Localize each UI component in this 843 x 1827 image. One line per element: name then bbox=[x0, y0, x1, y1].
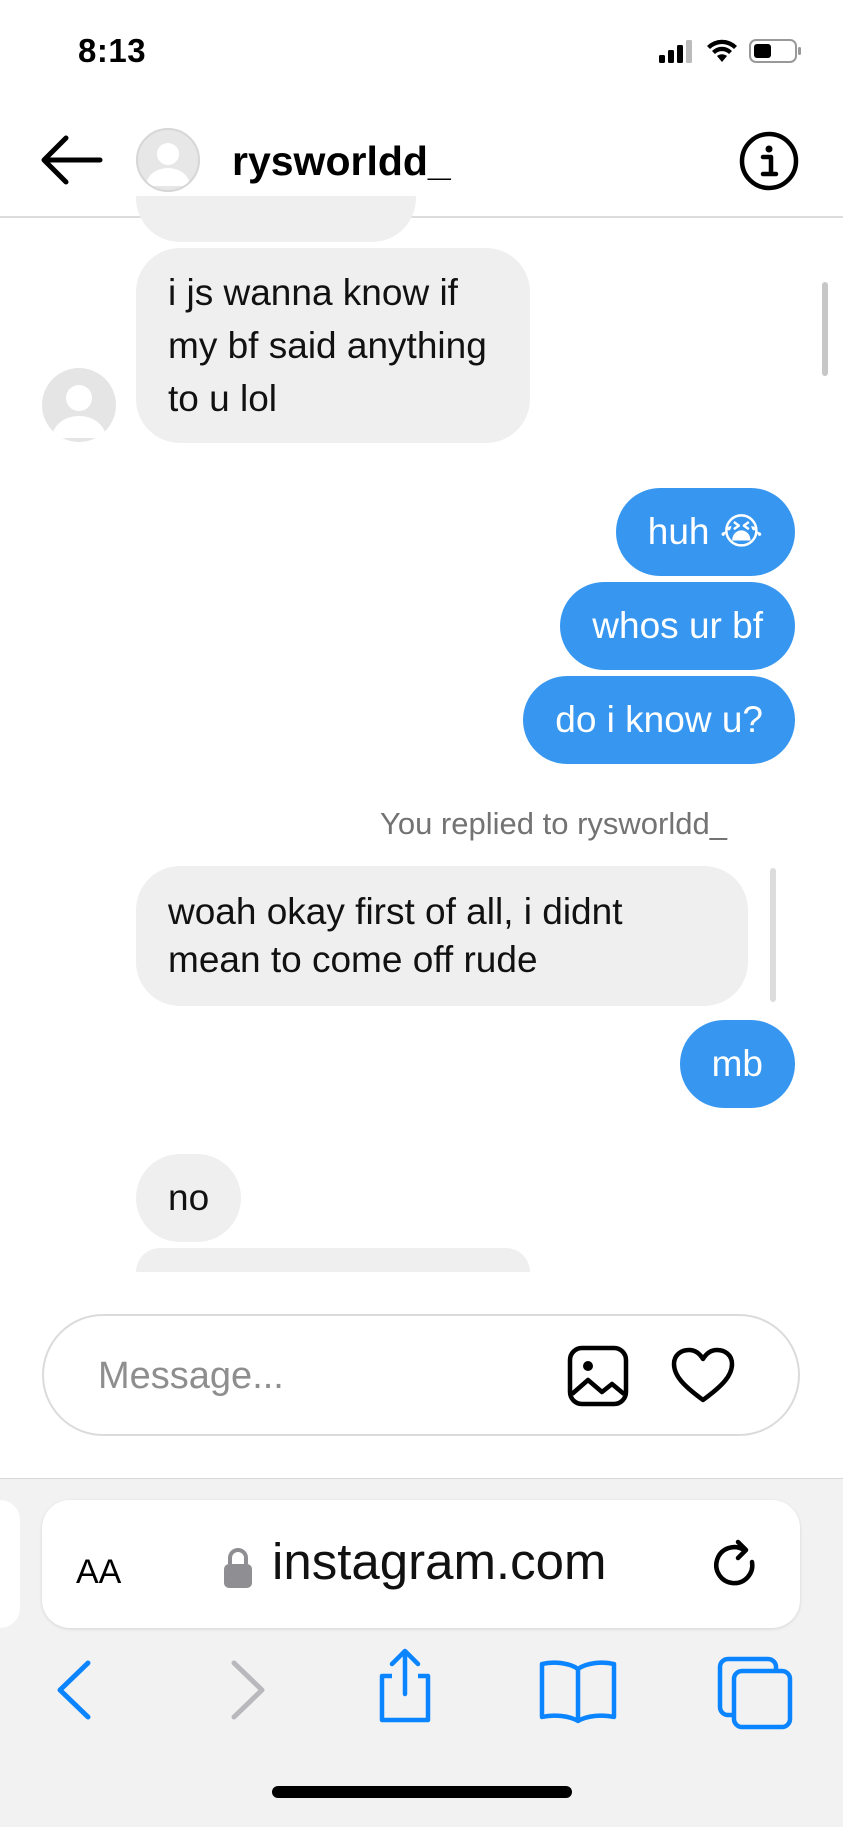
replied-label: You replied to rysworldd_ bbox=[380, 806, 727, 841]
bookmarks-icon bbox=[539, 1660, 617, 1724]
wifi-icon bbox=[707, 39, 737, 62]
message-bubble-outgoing[interactable]: do i know u? bbox=[523, 676, 795, 764]
bookmarks-button[interactable] bbox=[536, 1655, 620, 1725]
chat-scrollbar[interactable] bbox=[822, 282, 828, 376]
default-avatar-icon bbox=[52, 385, 106, 438]
gallery-icon bbox=[567, 1345, 629, 1407]
safari-forward-button[interactable] bbox=[212, 1655, 282, 1725]
reply-indicator-line bbox=[770, 868, 776, 1002]
message-bubble-incoming[interactable]: woah okay first of all, i didnt mean to … bbox=[136, 866, 748, 1006]
sender-avatar bbox=[42, 368, 116, 442]
info-button[interactable] bbox=[738, 130, 800, 192]
cellular-signal-icon bbox=[659, 40, 692, 63]
message-bubble-outgoing[interactable]: mb bbox=[679, 1020, 795, 1108]
lock-icon bbox=[222, 1546, 254, 1595]
message-text: mb bbox=[711, 1043, 763, 1084]
back-arrow-icon bbox=[41, 135, 103, 185]
message-text: do i know u? bbox=[555, 699, 763, 740]
message-input[interactable] bbox=[96, 1350, 520, 1402]
home-indicator bbox=[272, 1786, 572, 1798]
message-text: i js wanna know if my bf said anything t… bbox=[168, 272, 487, 419]
reader-aa-button[interactable]: AA bbox=[76, 1540, 121, 1594]
gallery-button[interactable] bbox=[566, 1344, 630, 1408]
message-bubble-partial-bottom bbox=[136, 1248, 530, 1272]
header-avatar[interactable] bbox=[136, 128, 200, 192]
default-avatar-icon bbox=[146, 143, 190, 186]
safari-back-button[interactable] bbox=[40, 1655, 110, 1725]
status-time: 8:13 bbox=[78, 32, 147, 69]
back-button[interactable] bbox=[38, 132, 104, 188]
message-text: no bbox=[168, 1177, 210, 1218]
status-icons bbox=[659, 38, 803, 64]
url-text[interactable]: instagram.com bbox=[272, 1532, 606, 1591]
reload-icon bbox=[714, 1539, 755, 1586]
message-bubble-incoming[interactable]: i js wanna know if my bf said anything t… bbox=[136, 248, 530, 443]
message-bubble-incoming[interactable]: no bbox=[136, 1154, 242, 1242]
tabs-button[interactable] bbox=[716, 1655, 796, 1731]
share-button[interactable] bbox=[370, 1646, 440, 1723]
previous-tab-edge[interactable] bbox=[0, 1500, 20, 1628]
chat-username[interactable]: rysworldd_ bbox=[232, 138, 451, 185]
share-icon bbox=[379, 1648, 431, 1723]
info-icon bbox=[739, 131, 799, 191]
safari-back-icon bbox=[57, 1660, 91, 1720]
message-text: whos ur bf bbox=[592, 605, 763, 646]
message-bubble-outgoing[interactable]: whos ur bf bbox=[560, 582, 795, 670]
tabs-icon bbox=[717, 1656, 793, 1730]
heart-icon bbox=[671, 1347, 735, 1403]
battery-icon bbox=[749, 39, 801, 63]
reload-button[interactable] bbox=[708, 1538, 764, 1594]
aa-label: AA bbox=[76, 1553, 122, 1591]
message-text: woah okay first of all, i didnt mean to … bbox=[168, 891, 623, 980]
safari-forward-icon bbox=[231, 1660, 265, 1720]
message-text: huh 😭 bbox=[647, 511, 763, 552]
message-bubble-outgoing[interactable]: huh 😭 bbox=[615, 488, 795, 576]
message-bubble-partial-top bbox=[136, 196, 416, 242]
heart-button[interactable] bbox=[670, 1346, 736, 1406]
